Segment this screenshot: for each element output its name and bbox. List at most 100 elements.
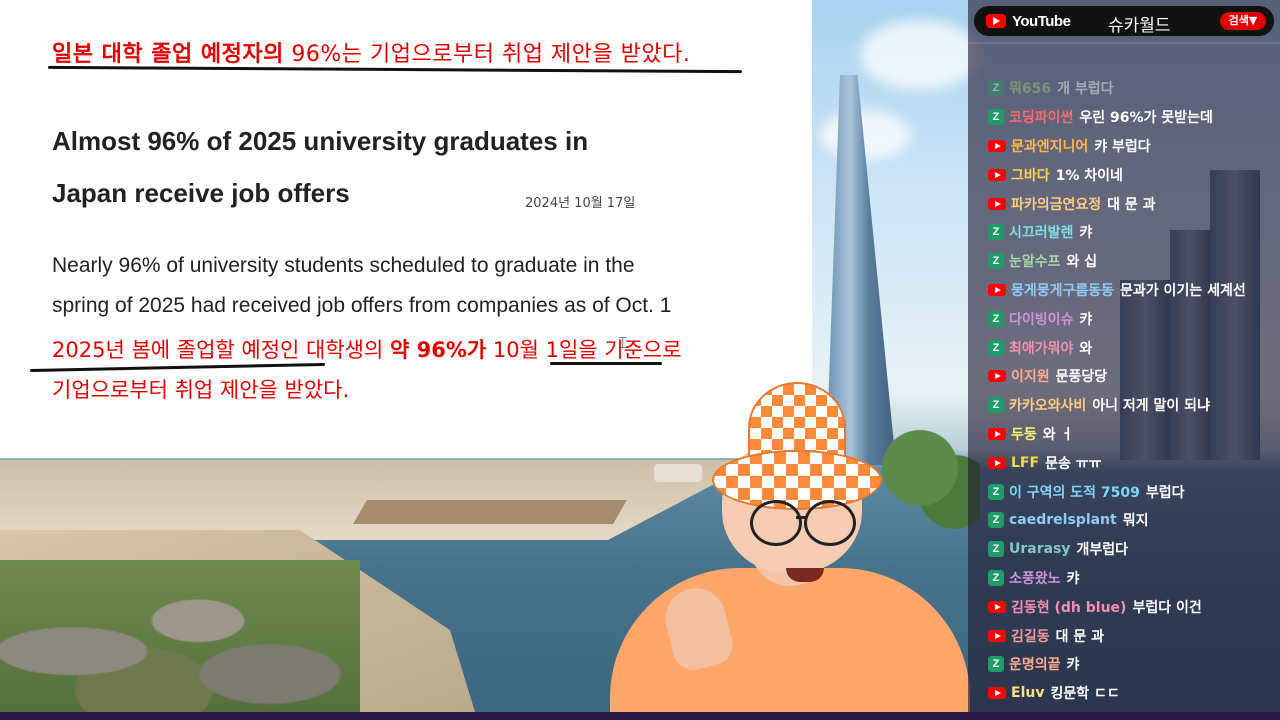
streamer-webcam xyxy=(600,378,980,718)
youtube-badge-icon xyxy=(988,370,1006,383)
chat-text: 아니 저게 말이 되냐 xyxy=(1092,398,1210,415)
chat-message[interactable]: Z 뭐656 개 부럽다 xyxy=(968,74,1280,103)
chat-username[interactable]: Eluv xyxy=(1011,685,1044,701)
chat-text: 부럽다 xyxy=(1145,484,1185,501)
chat-username[interactable]: 코딩파이썬 xyxy=(1009,107,1073,127)
chat-text: 와 ㅓ xyxy=(1042,426,1074,443)
chzzk-badge-icon: Z xyxy=(988,80,1004,97)
youtube-badge-icon xyxy=(988,456,1006,469)
chat-username[interactable]: 그바다 xyxy=(1011,165,1050,185)
bottom-bar xyxy=(0,712,1280,720)
platform-name: YouTube xyxy=(1012,13,1071,30)
chat-message[interactable]: 파카의금연요정 대 문 과 xyxy=(968,189,1280,218)
chat-message[interactable]: Z 다이빙이슈 캬 xyxy=(968,304,1280,333)
chat-username[interactable]: 김동현 (dh blue) xyxy=(1011,597,1126,617)
chat-text: 캬 xyxy=(1079,225,1093,242)
body-korean-line-1: 2025년 봄에 졸업할 예정인 대학생의 약 96%가 10월 1일을 기준으… xyxy=(52,334,682,364)
body-english-line-1: Nearly 96% of university students schedu… xyxy=(52,254,635,277)
youtube-badge-icon xyxy=(988,687,1006,700)
korean-title-rest: 96%는 기업으로부터 취업 제안을 받았다. xyxy=(283,42,691,67)
chat-message[interactable]: Z 카카오와사비 아니 저게 말이 되냐 xyxy=(968,391,1280,420)
chzzk-badge-icon: Z xyxy=(988,339,1004,356)
chat-message[interactable]: Z 코딩파이썬 우린 96%가 못받는데 xyxy=(968,103,1280,132)
chat-username[interactable]: 문과엔지니어 xyxy=(1011,136,1088,156)
chat-username[interactable]: 파카의금연요정 xyxy=(1011,194,1101,214)
chat-message[interactable]: Z Urarasy 개부럽다 xyxy=(968,535,1280,564)
chat-message[interactable]: LFF 문송 ㅠㅠ xyxy=(968,448,1280,477)
chat-message-list[interactable]: Z 뭐656 개 부럽다 Z 코딩파이썬 우린 96%가 못받는데 문과엔지니어 캬 부럽다 그… xyxy=(968,74,1280,708)
chat-username[interactable]: 이지원 xyxy=(1011,366,1050,386)
chat-text: 뭐지 xyxy=(1122,513,1149,530)
body-korean-part-2: 10월 1일을 기준으로 xyxy=(486,338,682,362)
chat-header: YouTube 슈카월드 검색▼ xyxy=(974,6,1274,36)
chat-text: 캬 부럽다 xyxy=(1094,138,1151,155)
chat-message[interactable]: 뭉게뭉게구름동동 문과가 이기는 세계선 xyxy=(968,276,1280,305)
chat-text: 문송 ㅠㅠ xyxy=(1045,455,1102,472)
chat-message[interactable]: Zcaedrelsplant 뭐지 xyxy=(968,506,1280,535)
chat-text: 문과가 이기는 세계선 xyxy=(1120,282,1246,299)
chat-message[interactable]: 두둥 와 ㅓ xyxy=(968,420,1280,449)
chat-text: 와 십 xyxy=(1066,254,1098,271)
korean-title: 일본 대학 졸업 예정자의 96%는 기업으로부터 취업 제안을 받았다. xyxy=(52,36,690,68)
chat-username[interactable]: caedrelsplant xyxy=(1009,512,1117,528)
chat-text: 대 문 과 xyxy=(1055,628,1105,645)
chat-username[interactable]: 뭉게뭉게구름동동 xyxy=(1011,280,1114,300)
chat-text: 개부럽다 xyxy=(1076,542,1129,559)
chat-username[interactable]: 김길동 xyxy=(1011,626,1050,646)
chzzk-badge-icon: Z xyxy=(988,569,1004,586)
chat-text: 개 부럽다 xyxy=(1057,81,1114,98)
chat-message[interactable]: Z 최애가뭐야 와 xyxy=(968,333,1280,362)
cloud xyxy=(860,20,980,90)
streamer-shirt xyxy=(610,568,970,718)
chat-username[interactable]: 시끄러발렌 xyxy=(1009,222,1073,242)
chat-message[interactable]: Z 눈알수프 와 십 xyxy=(968,247,1280,276)
chat-username[interactable]: 최애가뭐야 xyxy=(1009,338,1073,358)
search-button[interactable]: 검색▼ xyxy=(1220,12,1266,30)
youtube-logo-icon xyxy=(986,14,1006,28)
pier xyxy=(353,500,627,524)
youtube-badge-icon xyxy=(988,197,1006,210)
chat-message[interactable]: 이지원 문풍당당 xyxy=(968,362,1280,391)
chzzk-badge-icon: Z xyxy=(988,310,1004,327)
youtube-badge-icon xyxy=(988,139,1006,152)
glasses-left-lens xyxy=(750,500,802,546)
chat-username[interactable]: 다이빙이슈 xyxy=(1009,309,1073,329)
chat-text: 캬 xyxy=(1066,570,1080,587)
chat-text: 캬 xyxy=(1066,657,1080,674)
youtube-badge-icon xyxy=(988,427,1006,440)
chat-message[interactable]: 김길동 대 문 과 xyxy=(968,621,1280,650)
chat-username[interactable]: 소풍왔노 xyxy=(1009,568,1061,588)
chat-message[interactable]: Z 이 구역의 도적 7509 부럽다 xyxy=(968,477,1280,506)
hat-brim xyxy=(712,450,882,510)
chat-text: 캬 xyxy=(1079,311,1093,328)
chzzk-badge-icon: Z xyxy=(988,224,1004,241)
chat-text: 부럽다 이건 xyxy=(1132,599,1202,616)
chat-username[interactable]: Urarasy xyxy=(1009,541,1071,557)
youtube-badge-icon xyxy=(988,168,1006,181)
body-english-line-2: spring of 2025 had received job offers f… xyxy=(52,294,672,317)
rock-garden xyxy=(0,560,360,712)
chat-message[interactable]: 김동현 (dh blue) 부럽다 이건 xyxy=(968,592,1280,621)
chat-username[interactable]: 두둥 xyxy=(1011,424,1037,444)
hand-drawn-underline xyxy=(30,362,325,373)
chat-text: 문풍당당 xyxy=(1055,369,1108,386)
chat-message[interactable]: Eluv 킹문학 ㄷㄷ xyxy=(968,679,1280,708)
youtube-badge-icon xyxy=(988,283,1006,296)
chat-username[interactable]: 운명의끝 xyxy=(1009,654,1061,674)
body-korean-part-1: 2025년 봄에 졸업할 예정인 대학생의 xyxy=(52,338,390,362)
chat-username[interactable]: 이 구역의 도적 7509 xyxy=(1009,482,1140,502)
chat-message[interactable]: Z 운명의끝 캬 xyxy=(968,650,1280,679)
chat-text: 킹문학 ㄷㄷ xyxy=(1050,686,1120,703)
article-date: 2024년 10월 17일 xyxy=(525,196,636,211)
chat-username[interactable]: 카카오와사비 xyxy=(1009,395,1086,415)
chat-username[interactable]: 뭐656 xyxy=(1009,78,1051,98)
chzzk-badge-icon: Z xyxy=(988,541,1004,558)
chat-message[interactable]: 그바다 1% 차이네 xyxy=(968,160,1280,189)
chat-username[interactable]: 눈알수프 xyxy=(1009,251,1061,271)
chat-message[interactable]: Z 시끄러발렌 캬 xyxy=(968,218,1280,247)
chat-text: 1% 차이네 xyxy=(1055,167,1123,184)
channel-name: 슈카월드 xyxy=(1108,16,1171,36)
chat-message[interactable]: 문과엔지니어 캬 부럽다 xyxy=(968,132,1280,161)
chat-message[interactable]: Z 소풍왔노 캬 xyxy=(968,564,1280,593)
chat-username[interactable]: LFF xyxy=(1011,455,1039,471)
